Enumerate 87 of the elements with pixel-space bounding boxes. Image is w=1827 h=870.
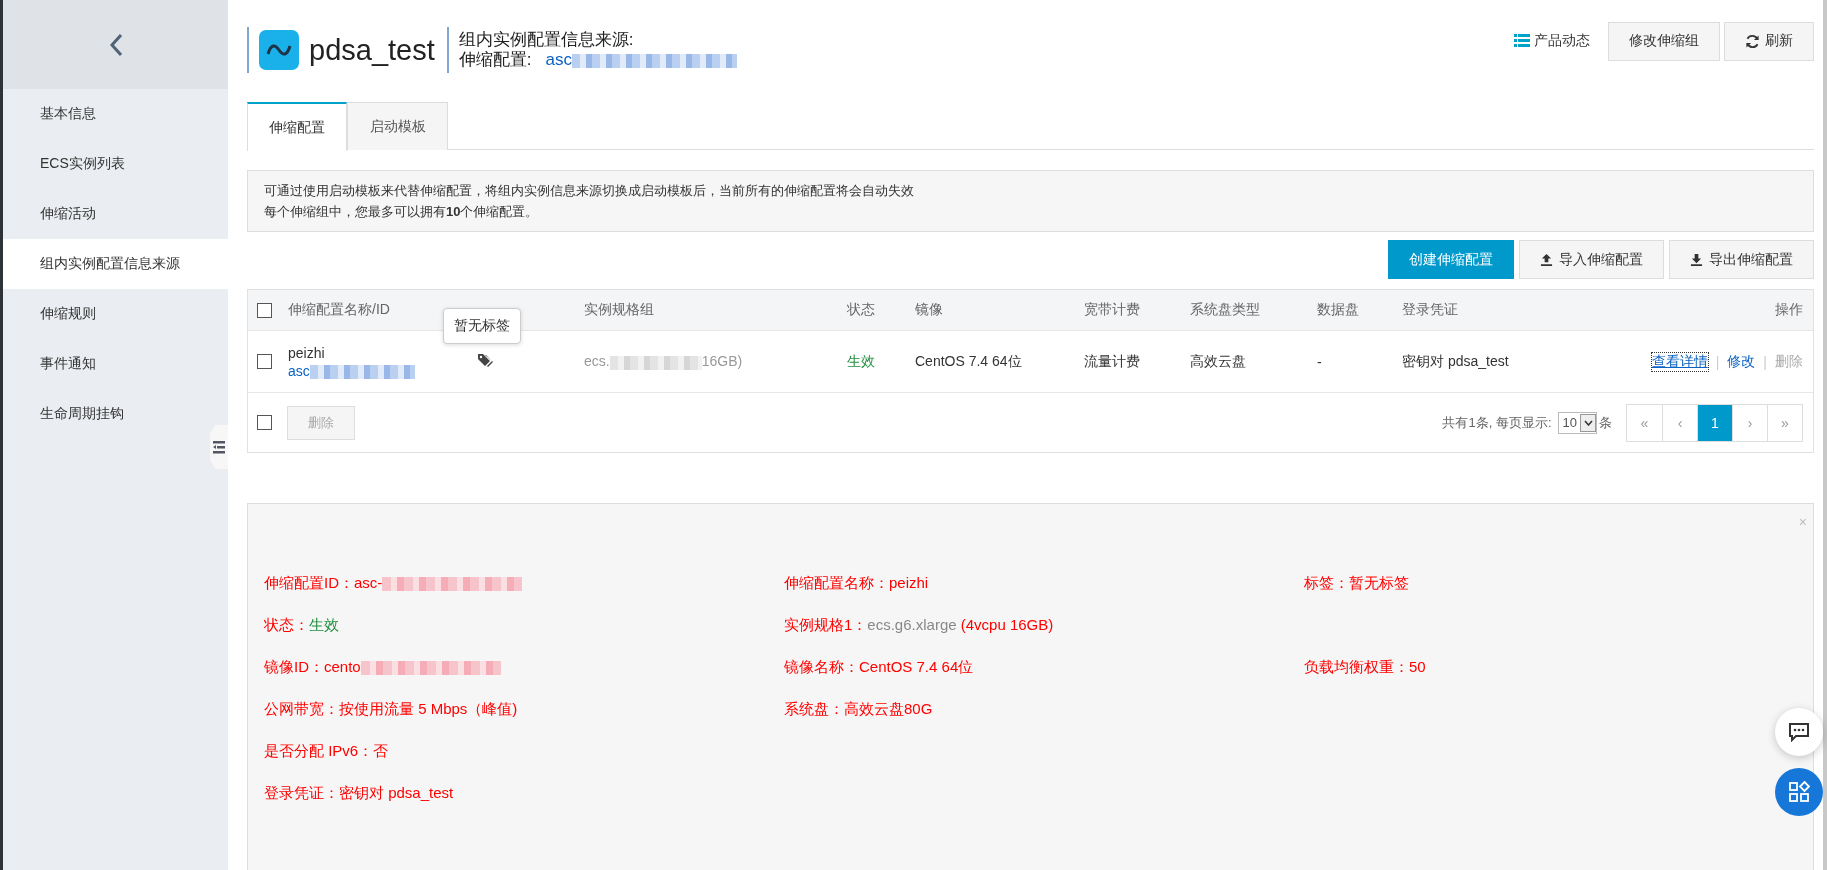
refresh-icon [1745,33,1760,49]
sidebar-item[interactable]: 伸缩活动 [3,189,228,239]
edit-group-button[interactable]: 修改伸缩组 [1608,21,1720,61]
download-icon [1690,253,1703,266]
table-cell-text: 流量计费 [1084,352,1141,371]
apps-icon [1788,781,1810,803]
notice-text: 可通过使用启动模板来代替伸缩配置，将组内实例信息来源切换成启动模板后，当前所有的伸缩配置将会自动失效 [264,182,915,200]
collapse-handle[interactable] [210,425,228,469]
field-label: 系统盘： [784,699,844,717]
column-header: 系统盘类型 [1190,301,1261,319]
config-label: 伸缩配置: [458,50,532,69]
table-cell-text: 密钥对 pdsa_test [1402,352,1510,371]
import-button[interactable]: 导入伸缩配置 [1519,240,1664,279]
field-label: 状态： [264,615,309,633]
upload-icon [1540,253,1553,266]
column-header: 登录凭证 [1402,301,1459,319]
source-label: 组内实例配置信息来源: [458,30,635,50]
config-id-link[interactable]: asc [288,362,310,379]
tag-icon[interactable] [478,353,494,367]
caret-icon [1583,419,1593,426]
collapse-icon [213,440,225,454]
field-label: 伸缩配置名称： [784,573,889,591]
tooltip: 暂无标签 [443,308,521,344]
field-label: 负载均衡权重： [1304,657,1409,675]
column-header: 宽带计费 [1084,301,1141,319]
refresh-button[interactable]: 刷新 [1724,21,1814,61]
field-value: 按使用流量 5 Mbps（峰值) [339,699,518,717]
total-summary: 共有1条, 每页显示: [1442,413,1552,432]
news-link[interactable]: 产品动态 [1514,32,1590,50]
checkbox[interactable] [257,354,272,369]
checkbox[interactable] [257,302,272,318]
table-cell-text: 高效云盘 [1190,352,1247,371]
sidebar-item[interactable]: 事件通知 [3,339,228,389]
field-value: asc- [354,573,383,591]
config-name: peizhi [288,343,326,362]
row-action-link[interactable]: 修改 [1727,352,1756,371]
spec-text: 16GB) [701,353,743,370]
column-header: 镜像 [915,301,944,319]
sidebar-item[interactable]: 生命周期挂钩 [3,389,228,439]
field-label: 公网带宽： [264,699,339,717]
row-action-link[interactable]: 查看详情 [1651,352,1708,371]
field-value: 否 [373,741,389,759]
field-value: 密钥对 pdsa_test [339,783,454,801]
field-label: 标签： [1304,573,1349,591]
chat-icon [1788,722,1810,742]
sidebar-item[interactable]: ECS实例列表 [3,139,228,189]
sidebar-item[interactable]: 基本信息 [3,89,228,139]
column-header: 数据盘 [1317,301,1360,319]
logo-icon [259,30,299,70]
tab[interactable]: 启动模板 [347,102,448,150]
column-header: 状态 [847,301,876,319]
field-value: 50 [1409,657,1426,675]
field-value: peizhi [889,573,929,591]
field-label: 镜像名称： [784,657,859,675]
page-size-select[interactable]: 10 [1557,411,1597,434]
column-header: 操作 [1774,301,1804,319]
field-label: 是否分配 IPv6： [264,741,374,759]
list-icon [1514,34,1530,48]
status-text: 生效 [847,352,876,371]
page-size-suffix: 条 [1599,413,1612,432]
table-cell-text: CentOS 7.4 64位 [915,352,1023,371]
tab[interactable]: 伸缩配置 [247,102,347,151]
field-label: 实例规格1： [784,615,868,633]
column-header: 伸缩配置名称/ID [288,301,391,319]
field-label: 镜像ID： [264,657,324,675]
field-value: 高效云盘80G [844,699,933,717]
field-value: CentOS 7.4 64位 [859,657,974,675]
back-icon[interactable] [108,32,123,57]
field-value: 生效 [309,615,339,633]
separator-text: | [1715,353,1720,370]
config-link[interactable]: asc [545,50,572,69]
field-label: 登录凭证： [264,783,339,801]
field-label: 伸缩配置ID： [264,573,354,591]
table-cell-text: - [1317,353,1323,370]
spec-text: ecs. [584,353,610,370]
checkbox[interactable] [257,415,272,430]
sidebar-item[interactable]: 伸缩规则 [3,289,228,339]
field-value: (4vcpu 16GB) [959,615,1054,633]
column-header: 实例规格组 [584,301,655,319]
sidebar-item[interactable]: 组内实例配置信息来源 [3,239,228,289]
notice-text: 每个伸缩组中，您最多可以拥有10个伸缩配置。 [264,203,540,221]
field-value: 暂无标签 [1349,573,1409,591]
separator-text: | [1763,353,1767,370]
group-title: pdsa_test [309,33,435,67]
export-button[interactable]: 导出伸缩配置 [1669,240,1814,279]
field-value: ecs.g6.xlarge [867,615,957,633]
field-value: cento [324,657,361,675]
